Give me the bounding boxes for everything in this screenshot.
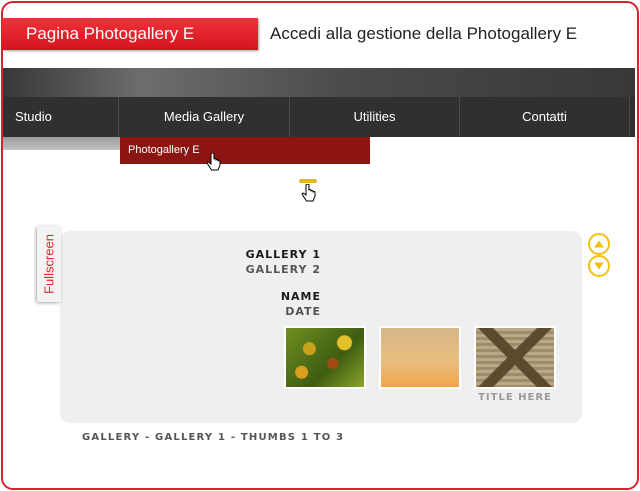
pencil-icon[interactable] bbox=[299, 179, 317, 183]
nav-item-media-gallery[interactable]: Media Gallery bbox=[119, 97, 290, 137]
arrow-down-icon bbox=[594, 262, 604, 270]
nav-item-contatti[interactable]: Contatti bbox=[460, 97, 630, 137]
subnav-bar bbox=[3, 137, 120, 150]
page-title: Accedi alla gestione della Photogallery … bbox=[270, 24, 578, 43]
photo-date-label: DATE bbox=[285, 305, 321, 318]
thumbnail-title: TITLE HERE bbox=[478, 392, 552, 403]
page-tab[interactable]: Pagina Photogallery E bbox=[2, 18, 258, 50]
thumbnail-image-structure bbox=[476, 328, 554, 387]
header-banner bbox=[3, 68, 635, 97]
scroll-up-button[interactable] bbox=[588, 233, 610, 255]
thumbnail-image-leaves bbox=[286, 328, 364, 387]
gallery-link-2[interactable]: GALLERY 2 bbox=[246, 263, 321, 276]
thumbnail-image-sky bbox=[381, 328, 459, 387]
fullscreen-button[interactable]: Fullscreen bbox=[37, 226, 61, 302]
hand-pointer-icon bbox=[301, 184, 316, 202]
hand-pointer-icon bbox=[206, 153, 221, 171]
fullscreen-label: Fullscreen bbox=[41, 234, 57, 294]
thumbnail-2[interactable] bbox=[379, 326, 461, 389]
dropdown-item-photogallery-e[interactable]: Photogallery E bbox=[120, 137, 370, 164]
thumbnail-1[interactable] bbox=[284, 326, 366, 389]
scroll-down-button[interactable] bbox=[588, 255, 610, 277]
gallery-caption: GALLERY - GALLERY 1 - THUMBS 1 TO 3 bbox=[82, 432, 345, 443]
thumbnail-3[interactable] bbox=[474, 326, 556, 389]
gallery-link-1[interactable]: GALLERY 1 bbox=[246, 248, 321, 261]
arrow-up-icon bbox=[594, 240, 604, 248]
main-nav: Studio Media Gallery Utilities Contatti bbox=[3, 97, 635, 137]
nav-item-utilities[interactable]: Utilities bbox=[290, 97, 460, 137]
photo-name-label: NAME bbox=[280, 290, 321, 303]
nav-item-studio[interactable]: Studio bbox=[3, 97, 119, 137]
